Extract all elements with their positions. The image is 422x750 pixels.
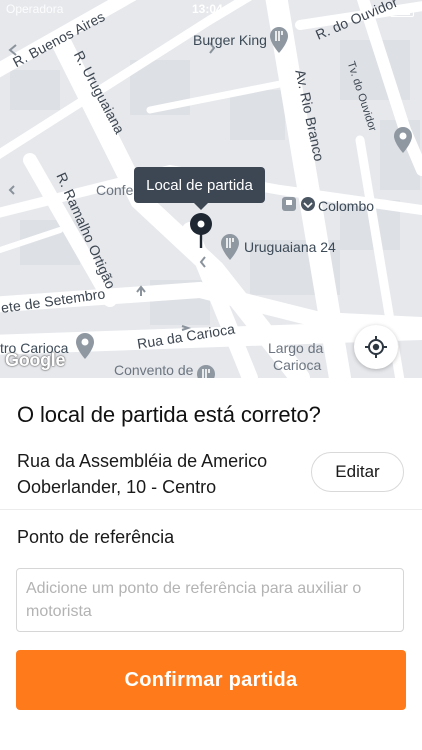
sheet-title: O local de partida está correto? [17,402,321,427]
crosshair-icon [365,336,387,358]
poi-label-burger-king: Burger King [193,32,267,48]
poi-label-largo-line1: Largo da [268,340,324,356]
pickup-tooltip-label: Local de partida [146,176,253,194]
divider [0,509,422,510]
map-view[interactable]: Operadora 13:04 R. Buenos Aires R. Urugu… [0,0,422,378]
poi-label-confeitaria: Confe [96,182,134,198]
theater-pin-icon[interactable] [74,332,96,360]
church-pin-icon[interactable] [195,364,217,378]
transit-icon [281,196,297,212]
confirm-pickup-button[interactable]: Confirmar partida [16,650,406,710]
reference-input[interactable] [16,568,404,632]
status-time: 13:04 [192,2,223,16]
restaurant-pin-icon[interactable] [268,26,290,54]
poi-label-colombo: Colombo [318,198,375,214]
poi-label-uruguaiana-24: Uruguaiana 24 [244,239,336,255]
pickup-confirmation-sheet: O local de partida está correto? Rua da … [0,378,422,750]
pickup-address: Rua da Assembléia de Americo Ooberlander… [17,451,268,497]
poi-label-largo-line2: Carioca [273,357,322,373]
locate-me-button[interactable] [354,325,398,369]
pickup-marker-icon[interactable] [186,212,216,250]
edit-button[interactable]: Editar [311,452,404,492]
cafe-icon [300,196,316,212]
pickup-tooltip: Local de partida [134,167,265,210]
google-logo: Google [5,350,66,370]
restaurant-pin-icon[interactable] [219,233,241,261]
poi-label-convento: Convento de [114,362,194,378]
place-pin-icon[interactable] [392,126,414,154]
reference-label: Ponto de referência [17,527,175,547]
carrier-name: Operadora [6,2,64,16]
